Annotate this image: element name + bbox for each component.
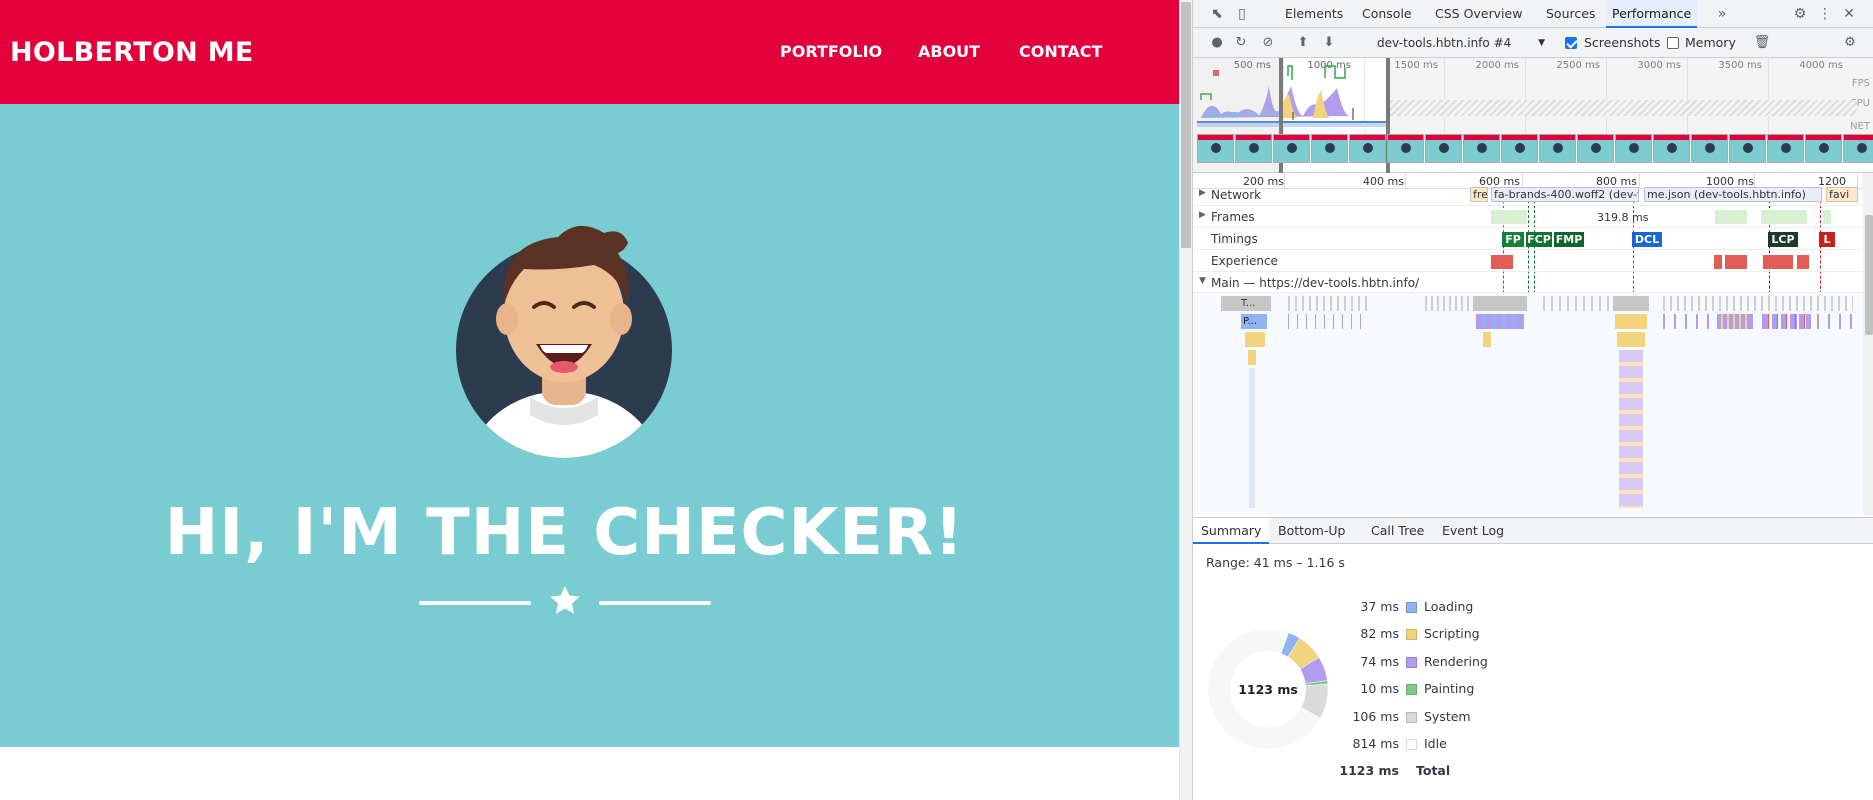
timings-track[interactable]: Timings FP FCP FMP DCL LCP L: [1193, 228, 1863, 250]
nav-contact-link[interactable]: CONTACT: [1019, 42, 1102, 61]
nav-about-link[interactable]: ABOUT: [918, 42, 980, 61]
devtools-panel: ⬉ ▯ Elements Console CSS Overview Source…: [1192, 0, 1873, 800]
website-viewport: HOLBERTON ME PORTFOLIO ABOUT CONTACT HI,…: [0, 0, 1179, 800]
site-brand[interactable]: HOLBERTON ME: [10, 37, 254, 68]
screenshots-label: Screenshots: [1584, 35, 1661, 50]
collapse-arrow-icon[interactable]: ▼: [1199, 276, 1206, 286]
summary-row-idle: 814 ms Idle: [1352, 736, 1447, 751]
trash-icon[interactable]: 🗑: [1753, 34, 1771, 52]
timing-lcp[interactable]: LCP: [1768, 232, 1798, 247]
devtools-tabbar: ⬉ ▯ Elements Console CSS Overview Source…: [1193, 0, 1873, 28]
timing-fcp[interactable]: FCP: [1526, 232, 1552, 247]
tab-console[interactable]: Console: [1356, 0, 1418, 28]
summary-row-scripting: 82 ms Scripting: [1360, 626, 1480, 641]
details-tabbar: Summary Bottom-Up Call Tree Event Log: [1193, 517, 1873, 544]
divider-line-left: [419, 601, 531, 605]
recording-select[interactable]: dev-tools.hbtn.info #4 ▼: [1377, 35, 1547, 52]
main-thread-label: Main — https://dev-tools.hbtn.info/: [1211, 276, 1420, 290]
timing-fmp[interactable]: FMP: [1554, 232, 1584, 247]
device-toolbar-icon[interactable]: ▯: [1233, 5, 1251, 23]
timing-dcl[interactable]: DCL: [1632, 232, 1662, 247]
screenshots-checkbox[interactable]: [1565, 37, 1577, 49]
chevron-down-icon: ▼: [1538, 38, 1545, 48]
flame-parse-label[interactable]: P...: [1241, 314, 1267, 329]
timeline-scrollbar-thumb[interactable]: [1865, 215, 1873, 335]
main-thread-header[interactable]: ▼ Main — https://dev-tools.hbtn.info/: [1193, 272, 1863, 293]
divider-line-right: [599, 601, 711, 605]
recording-select-value: dev-tools.hbtn.info #4: [1377, 36, 1512, 50]
tab-summary[interactable]: Summary: [1193, 518, 1270, 544]
summary-total-center: 1123 ms: [1238, 682, 1298, 697]
network-request-bar[interactable]: favi: [1826, 187, 1858, 202]
summary-row-loading: 37 ms Loading: [1360, 599, 1474, 614]
network-track-label: Network: [1211, 188, 1262, 202]
network-request-bar[interactable]: fre: [1470, 187, 1488, 202]
tab-call-tree[interactable]: Call Tree: [1363, 518, 1432, 544]
summary-row-painting: 10 ms Painting: [1360, 681, 1475, 696]
experience-track-label: Experience: [1211, 254, 1278, 268]
tab-performance[interactable]: Performance: [1606, 0, 1698, 28]
main-thread-flame-chart[interactable]: T... P...: [1193, 293, 1863, 515]
experience-track[interactable]: Experience: [1193, 250, 1863, 272]
summary-row-system: 106 ms System: [1352, 709, 1471, 724]
tab-elements[interactable]: Elements: [1279, 0, 1349, 28]
memory-checkbox[interactable]: [1667, 37, 1679, 49]
record-icon[interactable]: ●: [1208, 34, 1226, 52]
timeline-overview[interactable]: 500 ms 1000 ms 1500 ms 2000 ms 2500 ms 3…: [1193, 58, 1873, 173]
frame-duration: 319.8 ms: [1597, 211, 1649, 224]
network-request-bar[interactable]: fa-brands-400.woff2 (dev-to: [1491, 187, 1639, 202]
close-icon[interactable]: ✕: [1840, 5, 1858, 23]
performance-toolbar: ● ↻ ⊘ ⬆ ⬇ dev-tools.hbtn.info #4 ▼ Screen…: [1193, 28, 1873, 58]
capture-settings-gear-icon[interactable]: ⚙: [1841, 34, 1859, 52]
network-request-bar[interactable]: me.json (dev-tools.hbtn.info): [1644, 187, 1822, 202]
download-profile-icon[interactable]: ⬇: [1320, 34, 1338, 52]
chevron-double-right-icon[interactable]: »: [1713, 5, 1731, 23]
summary-row-total: 1123 ms Total: [1339, 763, 1451, 778]
kebab-menu-icon[interactable]: ⋮: [1816, 5, 1834, 23]
inspect-element-icon[interactable]: ⬉: [1208, 5, 1226, 23]
gear-icon[interactable]: ⚙: [1791, 5, 1809, 23]
tab-bottom-up[interactable]: Bottom-Up: [1270, 518, 1353, 544]
summary-range: Range: 41 ms – 1.16 s: [1206, 555, 1345, 570]
expand-arrow-icon[interactable]: ▶: [1199, 188, 1206, 198]
network-track[interactable]: ▶ Network fre fa-brands-400.woff2 (dev-t…: [1193, 184, 1863, 206]
frames-track-label: Frames: [1211, 210, 1255, 224]
tab-css-overview[interactable]: CSS Overview: [1429, 0, 1528, 28]
frames-track[interactable]: ▶ Frames 319.8 ms: [1193, 206, 1863, 228]
hero-section: HI, I'M THE CHECKER!: [0, 104, 1179, 747]
avatar-illustration: [456, 225, 672, 458]
clear-icon[interactable]: ⊘: [1259, 34, 1277, 52]
hero-title: HI, I'M THE CHECKER!: [164, 496, 965, 570]
upload-profile-icon[interactable]: ⬆: [1294, 34, 1312, 52]
memory-label: Memory: [1685, 35, 1736, 50]
nav-portfolio-link[interactable]: PORTFOLIO: [780, 42, 882, 61]
timings-track-label: Timings: [1211, 232, 1258, 246]
timing-fp[interactable]: FP: [1502, 232, 1524, 247]
tab-event-log[interactable]: Event Log: [1434, 518, 1512, 544]
flame-task-label[interactable]: T...: [1221, 296, 1271, 311]
site-navbar: HOLBERTON ME PORTFOLIO ABOUT CONTACT: [0, 0, 1179, 104]
page-scrollbar-thumb[interactable]: [1181, 2, 1191, 248]
star-icon: [550, 586, 580, 614]
expand-arrow-icon[interactable]: ▶: [1199, 210, 1206, 220]
tab-sources[interactable]: Sources: [1540, 0, 1601, 28]
timing-load[interactable]: L: [1819, 232, 1835, 247]
reload-record-icon[interactable]: ↻: [1232, 34, 1250, 52]
summary-row-rendering: 74 ms Rendering: [1360, 654, 1488, 669]
